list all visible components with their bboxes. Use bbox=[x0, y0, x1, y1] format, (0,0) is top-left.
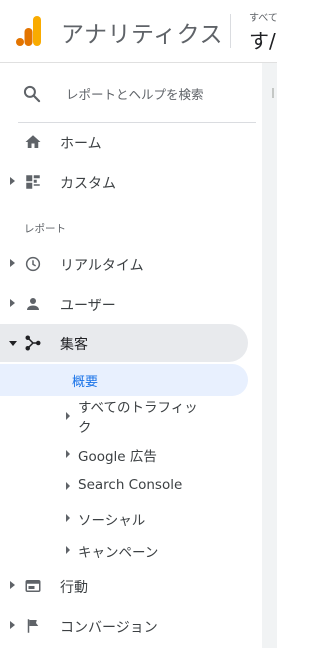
expand-arrow-icon[interactable] bbox=[66, 482, 70, 490]
nav-item-users[interactable]: ユーザー bbox=[0, 285, 248, 323]
nav-item-label: リアルタイム bbox=[60, 258, 144, 274]
app-title: アナリティクス bbox=[61, 22, 223, 48]
nav-item-label: Search Console bbox=[78, 477, 183, 493]
header-divider bbox=[230, 14, 231, 48]
nav-item-label: 概要 bbox=[72, 375, 99, 390]
nav-item-behavior[interactable]: 行動 bbox=[0, 567, 248, 605]
app-header: アナリティクス すべて す/ bbox=[0, 0, 278, 62]
expand-arrow-icon[interactable] bbox=[66, 450, 70, 458]
expand-arrow-icon[interactable] bbox=[66, 514, 70, 522]
expand-arrow-icon[interactable] bbox=[10, 259, 15, 267]
nav-item-search-console[interactable]: Search Console bbox=[0, 471, 248, 501]
account-selector-label[interactable]: すべて bbox=[249, 9, 278, 24]
expand-arrow-icon[interactable] bbox=[10, 621, 15, 629]
nav-item-label: コンバージョン bbox=[60, 620, 158, 636]
search-bar[interactable]: レポートとヘルプを検索 bbox=[0, 63, 256, 123]
search-input[interactable]: レポートとヘルプを検索 bbox=[66, 84, 204, 103]
acquisition-icon bbox=[24, 334, 42, 352]
flag-icon bbox=[24, 617, 42, 635]
nav-item-label: Google 広告 bbox=[78, 449, 157, 465]
nav-item-label: すべてのトラフィック bbox=[78, 400, 198, 436]
expand-arrow-icon[interactable] bbox=[10, 581, 15, 589]
nav-item-conversions[interactable]: コンバージョン bbox=[0, 607, 248, 645]
collapse-arrow-icon[interactable] bbox=[9, 341, 17, 346]
home-icon bbox=[24, 133, 42, 151]
nav-item-overview[interactable]: 概要 bbox=[0, 364, 248, 396]
dashboard-icon bbox=[24, 173, 42, 191]
expand-arrow-icon[interactable] bbox=[10, 177, 15, 185]
nav-item-label: ユーザー bbox=[60, 298, 116, 314]
nav-item-home[interactable]: ホーム bbox=[0, 123, 248, 161]
nav-item-social[interactable]: ソーシャル bbox=[0, 503, 248, 533]
search-icon[interactable] bbox=[22, 84, 42, 104]
content-edge-mark bbox=[272, 88, 279, 98]
analytics-logo-icon[interactable] bbox=[16, 14, 42, 48]
nav-item-all-traffic[interactable]: すべてのトラフィック bbox=[0, 398, 248, 438]
nav-item-custom[interactable]: カスタム bbox=[0, 163, 248, 201]
nav-item-label: ソーシャル bbox=[78, 513, 146, 529]
expand-arrow-icon[interactable] bbox=[66, 546, 70, 554]
nav-item-google-ads[interactable]: Google 広告 bbox=[0, 439, 248, 469]
content-edge bbox=[262, 63, 277, 648]
nav-item-label: 集客 bbox=[60, 337, 88, 353]
person-icon bbox=[24, 295, 42, 313]
nav-item-acquisition[interactable]: 集客 bbox=[0, 324, 248, 362]
expand-arrow-icon[interactable] bbox=[10, 299, 15, 307]
nav-item-realtime[interactable]: リアルタイム bbox=[0, 245, 248, 283]
section-label-reports: レポート bbox=[24, 223, 66, 235]
expand-arrow-icon[interactable] bbox=[66, 412, 70, 420]
clock-icon bbox=[24, 255, 42, 273]
nav-item-campaigns[interactable]: キャンペーン bbox=[0, 535, 248, 565]
account-selector-value[interactable]: す/ bbox=[249, 25, 276, 54]
nav-item-label: キャンペーン bbox=[78, 545, 159, 561]
behavior-icon bbox=[24, 577, 42, 595]
nav-item-label: カスタム bbox=[60, 176, 116, 192]
nav-item-label: 行動 bbox=[60, 580, 88, 596]
nav-item-label: ホーム bbox=[60, 136, 102, 152]
